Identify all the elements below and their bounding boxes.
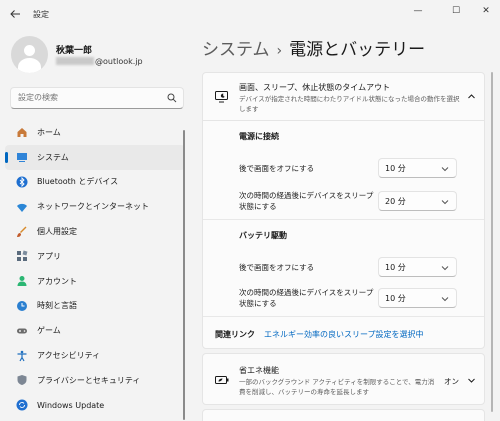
plugged-screen-off-dropdown[interactable]: 10 分 (378, 158, 457, 178)
timeout-card-header[interactable]: 画面、スリープ、休止状態のタイムアウト デバイスが指定された時間にわたりアイドル… (203, 73, 484, 121)
back-arrow-icon[interactable] (8, 8, 22, 22)
battery-screen-off-value: 10 分 (385, 263, 406, 272)
account-icon (16, 275, 28, 287)
profile-email-domain: @outlook.jp (95, 57, 143, 66)
page-title: システム › 電源とバッテリー (202, 35, 425, 60)
page-title-current: 電源とバッテリー (289, 40, 426, 60)
sidebar-item-home[interactable]: ホーム (5, 120, 185, 145)
system-icon (16, 151, 28, 163)
breadcrumb-system[interactable]: システム (202, 40, 270, 60)
sidebar-item-label: ゲーム (37, 326, 61, 336)
plugged-screen-off-label: 後で画面をオフにする (239, 164, 315, 173)
energy-sleep-link[interactable]: エネルギー効率の良いスリープ設定を選択中 (264, 329, 424, 340)
sidebar-item-label: Windows Update (37, 400, 105, 410)
sidebar-item-privacy-security[interactable]: プライバシーとセキュリティ (5, 368, 185, 393)
sidebar-item-label: 個人用設定 (37, 227, 77, 237)
plugged-screen-off-value: 10 分 (385, 164, 406, 173)
battery-leaf-icon (215, 376, 229, 384)
chevron-up-icon[interactable] (467, 92, 476, 101)
timeout-card-description: デバイスが指定された時間にわたりアイドル状態になった場合の動作を選択します (239, 95, 460, 113)
sidebar-item-label: アカウント (37, 276, 77, 286)
sidebar-item-bluetooth[interactable]: Bluetooth とデバイス (5, 170, 185, 195)
close-button[interactable]: ✕ (476, 4, 496, 18)
redacted-email-user (56, 57, 94, 65)
maximize-button[interactable]: ☐ (446, 4, 466, 18)
sidebar-item-label: ネットワークとインターネット (37, 202, 149, 212)
update-icon (16, 399, 28, 411)
breadcrumb-separator: › (276, 43, 283, 59)
battery-screen-off-dropdown[interactable]: 10 分 (378, 257, 457, 277)
related-links-label: 関連リンク (215, 330, 255, 339)
sidebar-item-time-language[interactable]: 時刻と言語 (5, 294, 185, 319)
shield-icon (16, 374, 28, 386)
timeout-card-title: 画面、スリープ、休止状態のタイムアウト (239, 83, 391, 92)
sidebar-item-apps[interactable]: アプリ (5, 244, 185, 269)
sidebar-item-label: プライバシーとセキュリティ (37, 375, 141, 385)
section-divider (203, 219, 484, 220)
plugged-in-heading: 電源に接続 (239, 132, 279, 141)
battery-sleep-dropdown[interactable]: 10 分 (378, 288, 457, 308)
monitor-sleep-icon (215, 91, 228, 103)
minimize-button[interactable]: — (408, 4, 428, 18)
energy-saver-description: 一部のバックグラウンド アクティビティを制限することで、電力消費を削減し、バッテ… (239, 378, 435, 396)
search-input[interactable] (18, 93, 158, 102)
profile-email: @outlook.jp (56, 57, 143, 66)
battery-sleep-label: 次の時間の経過後にデバイスをスリープ状態にする (239, 288, 374, 308)
sidebar-item-label: システム (37, 152, 69, 162)
sidebar-item-windows-update[interactable]: Windows Update (5, 393, 185, 418)
plugged-sleep-label: 次の時間の経過後にデバイスをスリープ状態にする (239, 191, 374, 211)
avatar[interactable] (11, 36, 48, 73)
sidebar-nav: ホーム システム Bluetooth とデバイス ネットワークとインターネット … (5, 120, 185, 418)
chevron-down-icon (441, 297, 449, 302)
timeout-settings-card: 画面、スリープ、休止状態のタイムアウト デバイスが指定された時間にわたりアイドル… (202, 72, 485, 349)
plugged-sleep-dropdown[interactable]: 20 分 (378, 191, 457, 211)
next-settings-card[interactable] (202, 409, 485, 421)
window-title: 設定 (33, 10, 49, 19)
sidebar-scrollbar[interactable] (183, 130, 185, 420)
sidebar-item-label: ホーム (37, 127, 61, 137)
profile-name: 秋葉一郎 (56, 46, 93, 56)
bluetooth-icon (16, 176, 28, 188)
search-icon[interactable] (167, 93, 177, 103)
sidebar-item-label: アプリ (37, 251, 61, 261)
title-bar: 設定 — ☐ ✕ (0, 0, 500, 30)
sidebar-item-gaming[interactable]: ゲーム (5, 318, 185, 343)
gamepad-icon (16, 325, 28, 337)
accessibility-icon (16, 350, 28, 362)
apps-icon (16, 250, 28, 262)
chevron-down-icon (441, 266, 449, 271)
main-scrollbar[interactable] (491, 72, 493, 412)
chevron-down-icon (441, 167, 449, 172)
avatar-body (18, 58, 41, 73)
energy-saver-title: 省エネ機能 (239, 366, 279, 375)
clock-globe-icon (16, 300, 28, 312)
sidebar-item-system[interactable]: システム (5, 144, 185, 170)
home-icon (16, 126, 28, 138)
chevron-down-icon[interactable] (467, 376, 476, 385)
sidebar-item-accounts[interactable]: アカウント (5, 269, 185, 294)
wifi-icon (16, 201, 28, 213)
avatar-head (24, 45, 35, 56)
plugged-sleep-value: 20 分 (385, 197, 406, 206)
battery-screen-off-label: 後で画面をオフにする (239, 263, 315, 272)
energy-saver-card[interactable]: 省エネ機能 一部のバックグラウンド アクティビティを制限することで、電力消費を削… (202, 353, 485, 405)
search-box[interactable] (10, 87, 184, 109)
sidebar-item-network[interactable]: ネットワークとインターネット (5, 194, 185, 219)
battery-heading: バッテリ駆動 (239, 231, 287, 240)
sidebar-item-accessibility[interactable]: アクセシビリティ (5, 343, 185, 368)
brush-icon (16, 226, 28, 238)
battery-sleep-value: 10 分 (385, 294, 406, 303)
sidebar-item-label: アクセシビリティ (37, 351, 101, 361)
chevron-down-icon (441, 200, 449, 205)
sidebar-item-label: Bluetooth とデバイス (37, 177, 119, 187)
section-divider (203, 316, 484, 317)
sidebar-item-personalization[interactable]: 個人用設定 (5, 219, 185, 244)
sidebar-item-label: 時刻と言語 (37, 301, 77, 311)
energy-saver-status: オン (444, 377, 459, 386)
